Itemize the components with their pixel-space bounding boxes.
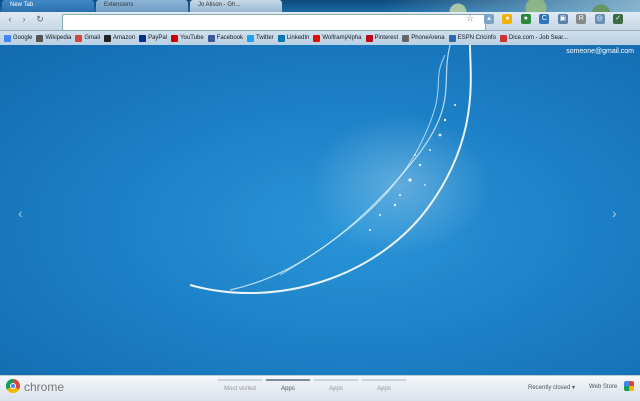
bookmark-linkedin[interactable]: LinkedIn (277, 34, 310, 42)
bookmark-paypal[interactable]: PayPal (139, 34, 168, 42)
tab-new-tab[interactable]: New Tab (2, 0, 94, 12)
bookmark-star-icon[interactable]: ☆ (466, 13, 474, 24)
page-tab-label: Apps (329, 386, 343, 392)
tab-most-visited[interactable]: Most visited (218, 379, 262, 392)
bookmark-label: Wolfram|Alpha (322, 35, 362, 41)
web-store-link[interactable]: Web Store (589, 384, 617, 390)
omnibox-input[interactable] (62, 14, 486, 31)
page-tab-label: Apps (377, 386, 391, 392)
chevron-left-icon[interactable]: ‹ (18, 205, 23, 221)
dice-icon (499, 34, 507, 42)
bookmark-label: LinkedIn (286, 35, 310, 41)
chevron-right-icon[interactable]: › (612, 205, 617, 221)
extension-yellow-icon[interactable]: ● (502, 14, 513, 24)
bookmark-label: PhoneArena (411, 35, 445, 41)
bookmark-label: Amazon (113, 35, 136, 41)
bookmark-label: Wikipedia (45, 35, 72, 41)
new-tab-footer: chrome Most visited Apps Apps Apps Recen… (0, 375, 640, 401)
tab-label: Extensions (104, 2, 134, 8)
phonearena-icon (402, 34, 410, 42)
bookmark-label: Facebook (216, 35, 244, 41)
theme-background (0, 45, 640, 375)
bookmark-phonearena[interactable]: PhoneArena (402, 34, 445, 42)
extension-globe-icon[interactable]: ◎ (594, 14, 605, 24)
pinterest-icon (365, 34, 373, 42)
facebook-icon (207, 34, 215, 42)
toolbar: ‹ › ↻ ☆ ▴ ● ● C ▣ R ◎ ✓ ≡ ! ≡ (0, 12, 640, 42)
bookmark-label: YouTube (180, 35, 204, 41)
youtube-icon (171, 34, 179, 42)
extension-blue-icon[interactable]: ▣ (557, 14, 568, 24)
web-store-icon[interactable] (624, 381, 634, 391)
tab-apps[interactable]: Apps (266, 379, 310, 392)
bookmark-facebook[interactable]: Facebook (207, 34, 244, 42)
user-email: someone@gmail.com (566, 48, 634, 55)
signal-icon[interactable]: ▴ (484, 14, 494, 24)
tab-label: Jo Alison - Gh... (198, 2, 241, 8)
wikipedia-icon (36, 34, 44, 42)
google-icon (4, 34, 11, 42)
bookmark-twitter[interactable]: Twitter (247, 34, 274, 42)
back-arrow-icon[interactable]: ‹ (4, 14, 16, 24)
bookmark-label: PayPal (148, 35, 168, 41)
recently-closed-label: Recently closed ▾ (528, 385, 576, 391)
tab-label: New Tab (10, 2, 34, 8)
extension-pin-icon[interactable]: ✓ (613, 14, 624, 24)
reload-icon[interactable]: ↻ (34, 14, 46, 25)
wolfram-icon (313, 34, 321, 42)
bookmark-label: Dice.com - Job Sear... (508, 35, 568, 41)
page-tab-label: Most visited (224, 386, 256, 392)
bookmark-label: Gmail (84, 35, 101, 41)
bookmark-youtube[interactable]: YouTube (171, 34, 204, 42)
linkedin-icon (277, 34, 285, 42)
tab-apps-3[interactable]: Apps (362, 379, 406, 392)
extension-green-icon[interactable]: ● (520, 14, 531, 24)
bookmark-label: Pinterest (374, 35, 399, 41)
signed-in-user[interactable]: someone@gmail.com (566, 48, 634, 55)
page-tab-label: Apps (281, 386, 295, 392)
extension-icons: ▴ ● ● C ▣ R ◎ ✓ ≡ ! ≡ (484, 14, 640, 42)
bookmark-gmail[interactable]: Gmail (75, 34, 101, 42)
espn-icon (448, 34, 456, 42)
chrome-logo-icon (6, 379, 20, 393)
page-switcher: Most visited Apps Apps Apps (218, 379, 410, 392)
bookmark-wikipedia[interactable]: Wikipedia (36, 34, 72, 42)
extension-c-icon[interactable]: C (539, 14, 550, 24)
bookmark-espn-cricinfo[interactable]: ESPN Cricinfo (448, 34, 496, 42)
bookmark-amazon[interactable]: Amazon (104, 34, 136, 42)
web-store-label: Web Store (589, 384, 618, 390)
paypal-icon (139, 34, 147, 42)
bookmark-wolframalpha[interactable]: Wolfram|Alpha (313, 34, 362, 42)
tab-apps-2[interactable]: Apps (314, 379, 358, 392)
extension-r-icon[interactable]: R (576, 14, 587, 24)
bookmark-google[interactable]: Google (4, 34, 33, 42)
tab-extensions[interactable]: Extensions (96, 0, 188, 12)
bookmark-dice[interactable]: Dice.com - Job Sear... (499, 34, 568, 42)
twitter-icon (247, 34, 255, 42)
gmail-icon (75, 34, 83, 42)
bookmark-label: ESPN Cricinfo (457, 35, 496, 41)
bookmarks-bar: Google Wikipedia Gmail Amazon PayPal You… (0, 31, 640, 46)
forward-arrow-icon[interactable]: › (18, 14, 30, 24)
bookmark-label: Twitter (256, 35, 274, 41)
amazon-icon (104, 34, 112, 42)
bookmark-pinterest[interactable]: Pinterest (365, 34, 399, 42)
sparkle-swirl-decoration (189, 45, 490, 295)
bookmark-label: Google (13, 35, 33, 41)
tab-jo-alison[interactable]: Jo Alison - Gh... (190, 0, 282, 12)
chrome-brand: chrome (24, 380, 65, 394)
recently-closed-menu[interactable]: Recently closed ▾ (528, 384, 575, 391)
